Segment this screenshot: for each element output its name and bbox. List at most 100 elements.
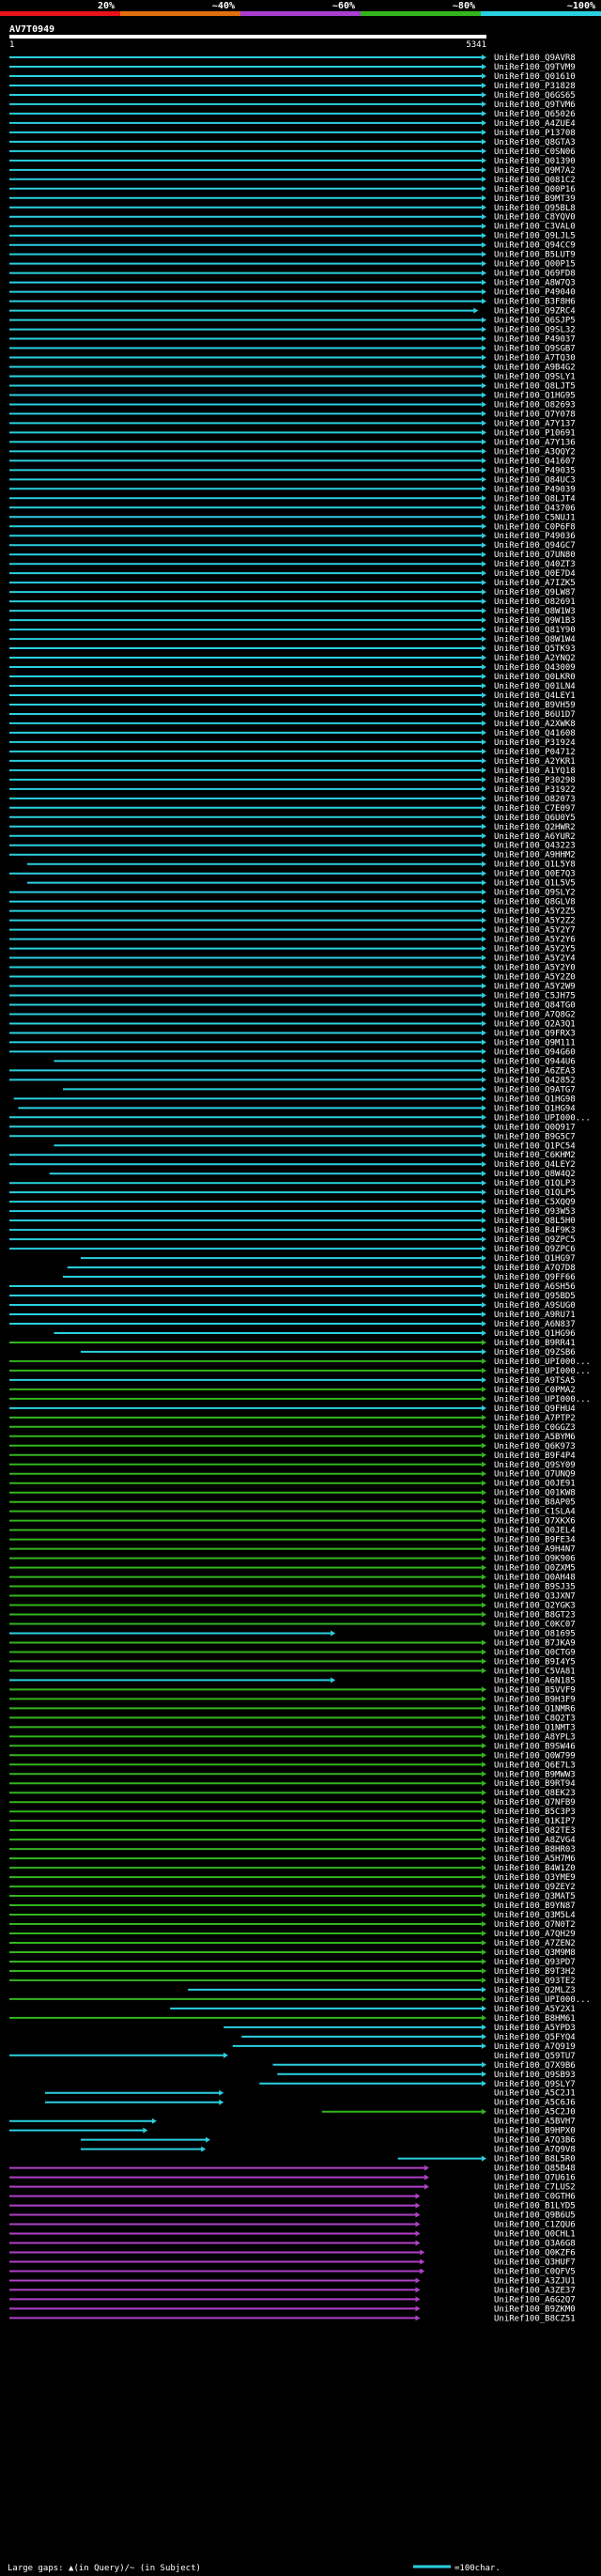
hit-row[interactable]: UniRef100_Q7N0T2 [9, 1920, 576, 1930]
hit-row[interactable]: UniRef100_O82073 [9, 795, 576, 804]
hit-row[interactable]: UniRef100_Q9M111 [9, 1038, 576, 1047]
hit-row[interactable]: UniRef100_Q00P16 [9, 185, 576, 194]
hit-label[interactable]: UniRef100_B9T3H2 [494, 1967, 576, 1977]
hit-row[interactable]: UniRef100_Q1KIP7 [9, 1817, 576, 1826]
hit-label[interactable]: UniRef100_Q3HUF7 [494, 2258, 576, 2267]
hit-row[interactable]: UniRef100_Q8L5H0 [9, 1217, 576, 1226]
hit-label[interactable]: UniRef100_UPI000... [494, 1395, 591, 1404]
hit-label[interactable]: UniRef100_B9MT39 [494, 194, 576, 204]
hit-row[interactable]: UniRef100_UPI000... [9, 1367, 591, 1376]
hit-label[interactable]: UniRef100_Q94CC9 [494, 241, 576, 251]
hit-label[interactable]: UniRef100_B6U1D7 [494, 710, 576, 720]
hit-label[interactable]: UniRef100_Q9K906 [494, 1555, 576, 1564]
hit-row[interactable]: UniRef100_Q4LEY1 [9, 691, 576, 701]
hit-label[interactable]: UniRef100_B9FE34 [494, 1536, 576, 1545]
hit-row[interactable]: UniRef100_Q82TE3 [9, 1826, 576, 1836]
hit-row[interactable]: UniRef100_A5C6J6 [44, 2099, 576, 2108]
hit-row[interactable]: UniRef100_Q93TE2 [9, 1977, 576, 1986]
hit-label[interactable]: UniRef100_A9RU71 [494, 1311, 576, 1320]
hit-row[interactable]: UniRef100_A5Y2Y7 [9, 926, 576, 936]
hit-row[interactable]: UniRef100_Q7UNQ9 [9, 1470, 576, 1480]
hit-label[interactable]: UniRef100_Q9SB93 [494, 2071, 576, 2080]
hit-label[interactable]: UniRef100_C1SLA4 [494, 1508, 576, 1517]
hit-row[interactable]: UniRef100_Q3MAT5 [9, 1892, 576, 1901]
hit-label[interactable]: UniRef100_Q9FHU4 [494, 1404, 576, 1414]
hit-row[interactable]: UniRef100_C6KHM2 [9, 1151, 576, 1160]
hit-label[interactable]: UniRef100_Q01LN4 [494, 682, 576, 691]
hit-label[interactable]: UniRef100_Q3JXN7 [494, 1592, 576, 1602]
hit-row[interactable]: UniRef100_C5XQQ9 [9, 1198, 576, 1207]
hit-label[interactable]: UniRef100_Q5FYQ4 [494, 2033, 576, 2042]
hit-label[interactable]: UniRef100_A5H7M6 [494, 1854, 576, 1864]
hit-label[interactable]: UniRef100_P49035 [494, 466, 576, 475]
hit-label[interactable]: UniRef100_Q8W1W3 [494, 607, 576, 616]
hit-row[interactable]: UniRef100_B9F4P4 [9, 1451, 576, 1461]
hit-label[interactable]: UniRef100_B8HM61 [494, 2014, 576, 2024]
hit-row[interactable]: UniRef100_P13708 [9, 129, 576, 138]
hit-row[interactable]: UniRef100_B9MT39 [9, 194, 576, 204]
hit-row[interactable]: UniRef100_C7E097 [9, 804, 576, 814]
hit-label[interactable]: UniRef100_Q0JEL4 [494, 1527, 576, 1536]
hit-row[interactable]: UniRef100_Q95BL8 [9, 204, 576, 213]
hit-row[interactable]: UniRef100_A9SUG0 [9, 1301, 576, 1311]
hit-label[interactable]: UniRef100_A7QH29 [494, 1930, 576, 1939]
hit-row[interactable]: UniRef100_A5BYM6 [9, 1433, 576, 1442]
hit-label[interactable]: UniRef100_A7Q919 [494, 2042, 576, 2052]
hit-row[interactable]: UniRef100_B8CZ51 [9, 2314, 576, 2323]
hit-row[interactable]: UniRef100_Q9SLY1 [9, 372, 576, 381]
hit-row[interactable]: UniRef100_A7Q8G2 [9, 1010, 576, 1019]
hit-row[interactable]: UniRef100_A5Y2Y5 [9, 945, 576, 954]
hit-label[interactable]: UniRef100_B8CZ51 [494, 2314, 576, 2323]
hit-row[interactable]: UniRef100_P31828 [9, 82, 576, 91]
hit-label[interactable]: UniRef100_A5Y2Y5 [494, 945, 576, 954]
hit-row[interactable]: UniRef100_Q1NMR6 [9, 1704, 576, 1714]
hit-row[interactable]: UniRef100_Q9SLY7 [259, 2080, 576, 2089]
hit-label[interactable]: UniRef100_A5YPD3 [494, 2024, 576, 2033]
hit-row[interactable]: UniRef100_C1ZQU6 [9, 2221, 576, 2230]
hit-row[interactable]: UniRef100_A5Y2Y0 [9, 964, 576, 973]
hit-row[interactable]: UniRef100_Q0JE91 [9, 1480, 576, 1489]
hit-row[interactable]: UniRef100_B5C3P3 [9, 1808, 576, 1817]
hit-row[interactable]: UniRef100_Q84TG0 [9, 1001, 576, 1010]
hit-row[interactable]: UniRef100_Q0CHL1 [9, 2230, 576, 2240]
hit-label[interactable]: UniRef100_A7PTP2 [494, 1414, 576, 1423]
hit-label[interactable]: UniRef100_Q43223 [494, 842, 576, 851]
hit-row[interactable]: UniRef100_Q6E7L3 [9, 1761, 576, 1770]
hit-row[interactable]: UniRef100_B9RT94 [9, 1779, 576, 1789]
hit-row[interactable]: UniRef100_P31922 [9, 785, 576, 795]
hit-row[interactable]: UniRef100_P04712 [9, 748, 576, 757]
hit-label[interactable]: UniRef100_C0P6F8 [494, 522, 576, 532]
hit-row[interactable]: UniRef100_A5Y2Z2 [9, 917, 576, 926]
hit-label[interactable]: UniRef100_Q9LW87 [494, 588, 576, 597]
hit-row[interactable]: UniRef100_Q6GS65 [9, 91, 576, 101]
hit-label[interactable]: UniRef100_C3VAL0 [494, 223, 576, 232]
hit-row[interactable]: UniRef100_O82691 [9, 597, 576, 607]
hit-label[interactable]: UniRef100_UPI000... [494, 1367, 591, 1376]
hit-row[interactable]: UniRef100_P49039 [9, 485, 576, 494]
hit-label[interactable]: UniRef100_Q9ATG7 [494, 1085, 576, 1094]
hit-row[interactable]: UniRef100_Q85B48 [9, 2165, 576, 2174]
hit-label[interactable]: UniRef100_Q93TE2 [494, 1977, 576, 1986]
hit-row[interactable]: UniRef100_A5C2J0 [321, 2108, 576, 2118]
hit-row[interactable]: UniRef100_Q6K973 [9, 1442, 576, 1451]
hit-label[interactable]: UniRef100_A2YNQ2 [494, 654, 576, 663]
hit-row[interactable]: UniRef100_Q0LKR0 [9, 673, 576, 682]
hit-row[interactable]: UniRef100_Q9SB93 [277, 2071, 576, 2080]
hit-label[interactable]: UniRef100_B8GT23 [494, 1611, 576, 1621]
hit-label[interactable]: UniRef100_C5XQQ9 [494, 1198, 576, 1207]
hit-label[interactable]: UniRef100_A7Q3B6 [494, 2136, 576, 2146]
hit-label[interactable]: UniRef100_C0PMA2 [494, 1386, 576, 1395]
hit-row[interactable]: UniRef100_B9HPX0 [9, 2127, 576, 2136]
hit-label[interactable]: UniRef100_Q7UN80 [494, 551, 576, 560]
hit-label[interactable]: UniRef100_B9HPX0 [494, 2127, 576, 2136]
hit-label[interactable]: UniRef100_Q7UNQ9 [494, 1470, 576, 1480]
hit-label[interactable]: UniRef100_Q1HG94 [494, 1104, 576, 1113]
hit-label[interactable]: UniRef100_Q9SGB7 [494, 345, 576, 354]
hit-label[interactable]: UniRef100_C1ZQU6 [494, 2221, 576, 2230]
hit-row[interactable]: UniRef100_Q7UN80 [9, 551, 576, 560]
hit-label[interactable]: UniRef100_Q01KW8 [494, 1489, 576, 1498]
hit-label[interactable]: UniRef100_A1YQ18 [494, 767, 576, 776]
hit-row[interactable]: UniRef100_C0SN06 [9, 147, 576, 157]
hit-label[interactable]: UniRef100_Q1QLP3 [494, 1179, 576, 1188]
hit-label[interactable]: UniRef100_Q85B48 [494, 2165, 576, 2174]
